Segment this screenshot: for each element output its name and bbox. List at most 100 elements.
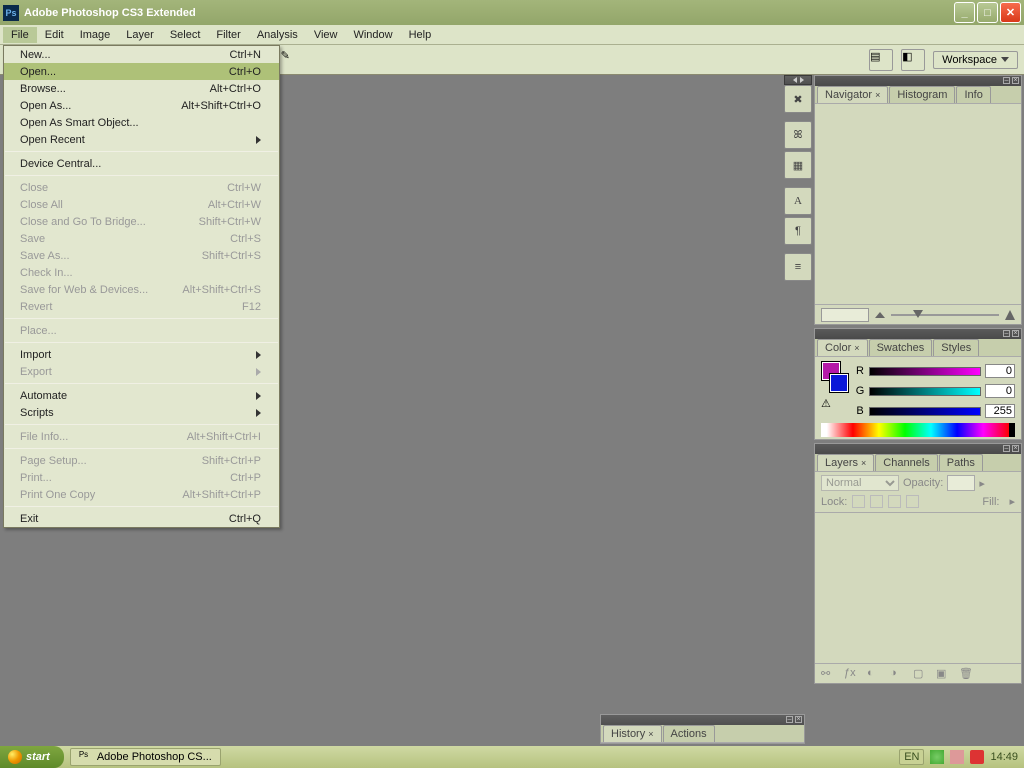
tab-channels[interactable]: Channels	[875, 454, 937, 471]
menu-item-device-central[interactable]: Device Central...	[4, 155, 279, 172]
chevron-right-icon[interactable]: ▸	[1009, 495, 1015, 508]
zoom-in-icon[interactable]	[1005, 310, 1015, 320]
layer-opacity-value[interactable]	[947, 475, 975, 491]
trash-icon[interactable]: 🗑	[959, 667, 973, 681]
paragraph-icon[interactable]: ¶	[784, 217, 812, 245]
start-button[interactable]: start	[0, 746, 64, 768]
tab-color[interactable]: Color×	[817, 339, 868, 356]
panel-close-icon[interactable]: ×	[1012, 445, 1019, 452]
panel-minimize-icon[interactable]: –	[1003, 330, 1010, 337]
character-icon[interactable]: A	[784, 187, 812, 215]
menu-item-new[interactable]: New...Ctrl+N	[4, 46, 279, 63]
tab-histogram[interactable]: Histogram	[889, 86, 955, 103]
panel-header[interactable]: –×	[815, 444, 1021, 454]
menu-item-open-recent[interactable]: Open Recent	[4, 131, 279, 148]
panel-header[interactable]: –×	[815, 76, 1021, 86]
taskbar-item-photoshop[interactable]: Ps Adobe Photoshop CS...	[70, 748, 221, 766]
wrench-icon[interactable]: ✖	[784, 85, 812, 113]
zoom-value[interactable]	[821, 308, 869, 322]
lock-transparent-icon[interactable]	[852, 495, 865, 508]
panel-header[interactable]: –×	[815, 329, 1021, 339]
zoom-slider[interactable]	[891, 314, 999, 316]
menu-item-browse[interactable]: Browse...Alt+Ctrl+O	[4, 80, 279, 97]
panel-header[interactable]: –×	[601, 715, 804, 725]
menu-image[interactable]: Image	[72, 27, 119, 43]
menu-file[interactable]: File	[3, 27, 37, 43]
lock-paint-icon[interactable]	[870, 495, 883, 508]
new-layer-icon[interactable]: ▣	[936, 667, 950, 681]
gamut-warning-icon[interactable]: ⚠	[821, 397, 831, 410]
tab-history[interactable]: History×	[603, 725, 662, 742]
background-swatch[interactable]	[829, 373, 849, 393]
workspace-dropdown[interactable]: Workspace	[933, 51, 1018, 69]
b-value[interactable]: 255	[985, 404, 1015, 418]
menu-separator	[5, 448, 278, 449]
r-slider[interactable]	[869, 367, 981, 376]
chevron-right-icon[interactable]: ▸	[979, 477, 985, 490]
panel-minimize-icon[interactable]: –	[1003, 445, 1010, 452]
menu-item-automate[interactable]: Automate	[4, 387, 279, 404]
tab-styles[interactable]: Styles	[933, 339, 979, 356]
menu-item-import[interactable]: Import	[4, 346, 279, 363]
menu-item-open-as[interactable]: Open As...Alt+Shift+Ctrl+O	[4, 97, 279, 114]
tray-shield-icon[interactable]	[950, 750, 964, 764]
tab-close-icon[interactable]: ×	[854, 343, 859, 353]
tab-actions[interactable]: Actions	[663, 725, 715, 742]
lock-all-icon[interactable]	[906, 495, 919, 508]
panel-close-icon[interactable]: ×	[1012, 77, 1019, 84]
dock-collapse-bar[interactable]	[784, 75, 812, 85]
layer-list[interactable]	[815, 513, 1021, 663]
menu-filter[interactable]: Filter	[208, 27, 248, 43]
menu-item-exit[interactable]: ExitCtrl+Q	[4, 510, 279, 527]
group-icon[interactable]: ▢	[913, 667, 927, 681]
tab-close-icon[interactable]: ×	[861, 458, 866, 468]
swatches-icon[interactable]: ▦	[784, 151, 812, 179]
menu-window[interactable]: Window	[345, 27, 400, 43]
bridge-icon[interactable]: ◧	[901, 49, 925, 71]
tray-user-icon[interactable]	[930, 750, 944, 764]
tab-close-icon[interactable]: ×	[875, 90, 880, 100]
tab-navigator[interactable]: Navigator×	[817, 86, 888, 103]
blend-mode-select[interactable]: Normal	[821, 475, 899, 491]
menu-analysis[interactable]: Analysis	[249, 27, 306, 43]
menu-select[interactable]: Select	[162, 27, 209, 43]
tab-layers[interactable]: Layers×	[817, 454, 874, 471]
g-value[interactable]: 0	[985, 384, 1015, 398]
tray-app-icon[interactable]	[970, 750, 984, 764]
color-spectrum[interactable]	[821, 423, 1015, 437]
panel-close-icon[interactable]: ×	[795, 716, 802, 723]
panel-close-icon[interactable]: ×	[1012, 330, 1019, 337]
tab-close-icon[interactable]: ×	[648, 729, 653, 739]
menu-item-open-as-smart-object[interactable]: Open As Smart Object...	[4, 114, 279, 131]
tab-swatches[interactable]: Swatches	[869, 339, 933, 356]
panel-minimize-icon[interactable]: –	[1003, 77, 1010, 84]
menu-item-open[interactable]: Open...Ctrl+O	[4, 63, 279, 80]
menu-help[interactable]: Help	[401, 27, 440, 43]
clock[interactable]: 14:49	[990, 751, 1018, 763]
link-layers-icon[interactable]: ⚯	[821, 667, 835, 681]
panel-minimize-icon[interactable]: –	[786, 716, 793, 723]
fx-icon[interactable]: ƒx	[844, 667, 858, 681]
tab-info[interactable]: Info	[956, 86, 990, 103]
tab-paths[interactable]: Paths	[939, 454, 983, 471]
mask-icon[interactable]: ◐	[867, 667, 881, 681]
options-icon[interactable]: ≡	[784, 253, 812, 281]
window-title: Adobe Photoshop CS3 Extended	[24, 7, 196, 19]
b-slider[interactable]	[869, 407, 981, 416]
airbrush-icon[interactable]: ✎	[281, 49, 305, 71]
brush-icon[interactable]: ꕤ	[784, 121, 812, 149]
adjustment-icon[interactable]: ◑	[890, 667, 904, 681]
zoom-out-icon[interactable]	[875, 312, 885, 318]
menu-layer[interactable]: Layer	[118, 27, 162, 43]
menu-edit[interactable]: Edit	[37, 27, 72, 43]
close-button[interactable]: ✕	[1000, 2, 1021, 23]
menu-view[interactable]: View	[306, 27, 346, 43]
r-value[interactable]: 0	[985, 364, 1015, 378]
maximize-button[interactable]: □	[977, 2, 998, 23]
language-indicator[interactable]: EN	[899, 749, 924, 765]
menu-item-scripts[interactable]: Scripts	[4, 404, 279, 421]
doc-icon[interactable]: ▤	[869, 49, 893, 71]
g-slider[interactable]	[869, 387, 981, 396]
lock-move-icon[interactable]	[888, 495, 901, 508]
minimize-button[interactable]: _	[954, 2, 975, 23]
